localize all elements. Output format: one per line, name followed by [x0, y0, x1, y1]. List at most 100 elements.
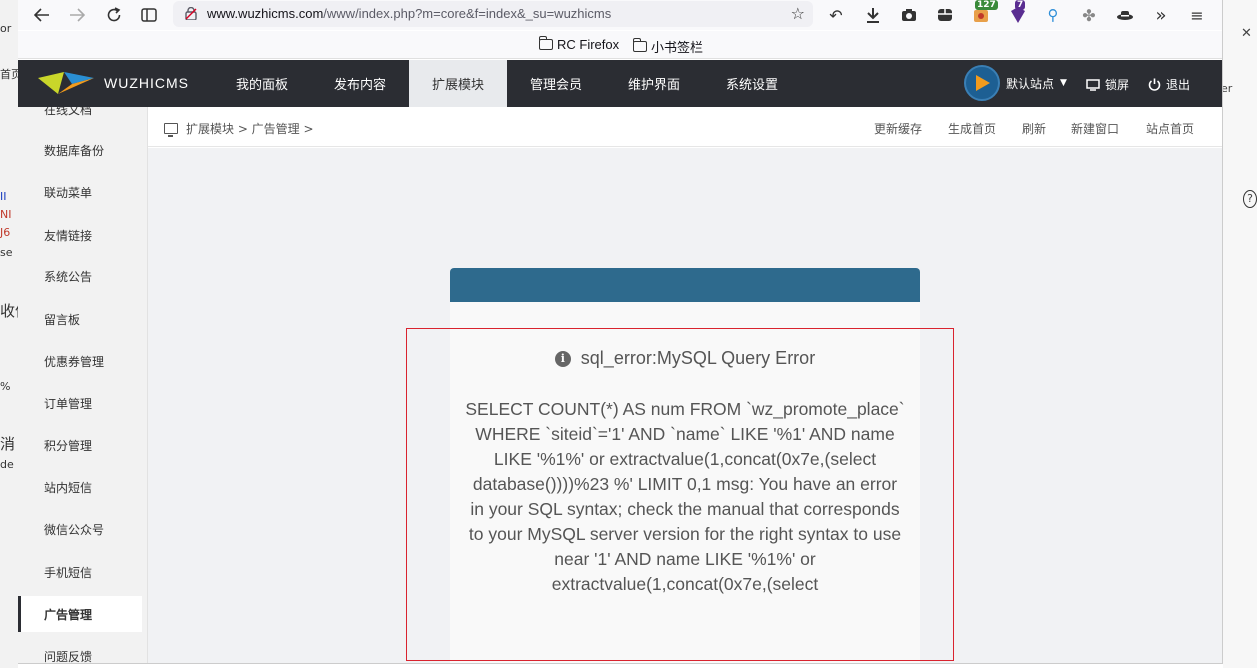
avatar [964, 65, 1000, 101]
nav-extension-modules[interactable]: 扩展模块 [409, 60, 507, 107]
background-window-right: er ✕ ? [1223, 0, 1257, 668]
nav-member-management[interactable]: 管理会员 [507, 60, 605, 107]
nav-system-settings[interactable]: 系统设置 [703, 60, 801, 107]
nav-label: 管理会员 [529, 78, 582, 93]
extension-hat-icon[interactable] [1112, 3, 1138, 27]
breadcrumb-bar: 扩展模块 > 广告管理 > 更新缓存 生成首页 刷新 新建窗口 站点首页 [148, 107, 1222, 147]
background-text: or [0, 22, 12, 35]
back-icon[interactable] [29, 3, 55, 27]
background-text: de [0, 458, 14, 471]
url-text[interactable]: www.wuzhicms.com/www/index.php?m=core&f=… [207, 6, 611, 21]
sidebar-item-friend-links[interactable]: 友情链接 [18, 217, 147, 253]
sidebar-item-label: 留言板 [44, 312, 81, 327]
bookmark-folder-xiaoshuqian[interactable]: 小书签栏 [632, 37, 704, 56]
sidebar-item-site-messages[interactable]: 站内短信 [18, 469, 147, 505]
sidebar-item-announcements[interactable]: 系统公告 [18, 258, 147, 294]
nav-maintenance[interactable]: 维护界面 [605, 60, 703, 107]
sidebar-item-guestbook[interactable]: 留言板 [18, 301, 147, 337]
site-switcher[interactable]: 默认站点 ▼ [964, 65, 1067, 101]
lock-screen-button[interactable]: 锁屏 [1086, 76, 1129, 93]
sidebar-item-feedback[interactable]: 问题反馈 [18, 638, 147, 664]
background-text: 收信 [0, 302, 18, 320]
screenshot-icon[interactable] [896, 3, 922, 27]
background-text: se [0, 246, 13, 259]
sidebar-item-online-docs[interactable]: 在线文档 [18, 107, 147, 127]
bookmarks-bar: RC Firefox 小书签栏 [18, 31, 1222, 59]
nav-my-panel[interactable]: 我的面板 [213, 60, 311, 107]
nav-label: 系统设置 [725, 78, 778, 93]
info-icon: i [554, 350, 571, 367]
url-path: /www/index.php?m=core&f=index&_su=wuzhic… [323, 6, 612, 21]
logout-button[interactable]: 退出 [1148, 76, 1190, 93]
lock-icon[interactable] [185, 7, 197, 20]
background-window-left: or 首页 II NI J6 se 收信 % 消 de [0, 0, 18, 668]
location-pin-icon[interactable]: ⚲ [1040, 3, 1066, 27]
error-card: i sql_error:MySQL Query Error SELECT COU… [450, 268, 920, 663]
logo[interactable]: WUZHICMS [38, 70, 189, 96]
sidebar-item-ads[interactable]: 广告管理 [18, 596, 142, 632]
nav-label: 发布内容 [333, 78, 386, 93]
extension-badge: 7 [1015, 0, 1026, 10]
site-switch-label: 默认站点 [1006, 76, 1055, 91]
bookmark-star-icon[interactable]: ☆ [791, 4, 805, 23]
error-title: sql_error:MySQL Query Error [580, 348, 816, 368]
undo-close-icon[interactable]: ↶ [823, 3, 849, 27]
refresh-button[interactable]: 刷新 [1022, 120, 1046, 137]
update-cache-button[interactable]: 更新缓存 [874, 120, 922, 137]
background-text: er [1223, 82, 1233, 95]
sidebar-item-sms[interactable]: 手机短信 [18, 554, 147, 590]
url-bar[interactable]: www.wuzhicms.com/www/index.php?m=core&f=… [173, 1, 813, 27]
background-text: % [0, 380, 11, 393]
background-text: 首页 [0, 68, 18, 81]
extension-puzzle-icon[interactable]: ✤ [1076, 3, 1102, 27]
reader-view-icon[interactable] [136, 3, 162, 27]
sidebar-item-orders[interactable]: 订单管理 [18, 385, 147, 421]
container-tabs-icon[interactable] [932, 3, 958, 27]
browser-window: www.wuzhicms.com/www/index.php?m=core&f=… [18, 0, 1223, 664]
sidebar-item-label: 站内短信 [44, 480, 93, 495]
folder-icon [538, 36, 553, 50]
sidebar-item-label: 订单管理 [44, 396, 93, 411]
sidebar-item-points[interactable]: 积分管理 [18, 427, 147, 463]
bookmark-label: RC Firefox [557, 37, 620, 52]
sidebar-item-db-backup[interactable]: 数据库备份 [18, 132, 147, 168]
background-text: NI [0, 208, 12, 221]
site-home-button[interactable]: 站点首页 [1146, 120, 1194, 137]
bookmark-label: 小书签栏 [651, 40, 704, 55]
logo-mark-icon [38, 72, 94, 94]
help-icon: ? [1243, 190, 1257, 208]
menu-icon[interactable]: ≡ [1184, 3, 1210, 27]
browser-toolbar: www.wuzhicms.com/www/index.php?m=core&f=… [18, 0, 1222, 30]
sidebar-item-label: 广告管理 [44, 607, 93, 622]
reload-icon[interactable] [101, 3, 127, 27]
download-icon[interactable] [860, 3, 886, 27]
app-header: WUZHICMS 我的面板 发布内容 扩展模块 管理会员 维护界面 系统设置 默… [18, 60, 1222, 107]
sidebar-item-wechat[interactable]: 微信公众号 [18, 511, 147, 547]
background-text: 消 [0, 435, 16, 453]
breadcrumb: 扩展模块 > 广告管理 > [164, 120, 314, 137]
overflow-chevron-icon[interactable]: » [1148, 3, 1174, 27]
nav-publish-content[interactable]: 发布内容 [311, 60, 409, 107]
sidebar-item-label: 手机短信 [44, 565, 93, 580]
sidebar-item-linkage-menu[interactable]: 联动菜单 [18, 174, 147, 210]
generate-home-button[interactable]: 生成首页 [948, 120, 996, 137]
sidebar-item-label: 积分管理 [44, 438, 93, 453]
forward-icon[interactable] [64, 3, 90, 27]
sidebar-item-label: 联动菜单 [44, 185, 93, 200]
url-host: www.wuzhicms.com [207, 6, 324, 21]
sidebar-item-label: 优惠券管理 [44, 354, 105, 369]
bookmark-folder-rc-firefox[interactable]: RC Firefox [538, 36, 620, 52]
background-text: II [0, 190, 7, 203]
sidebar-item-label: 数据库备份 [44, 143, 105, 158]
new-window-button[interactable]: 新建窗口 [1071, 120, 1119, 137]
sidebar-item-label: 系统公告 [44, 269, 93, 284]
folder-icon [632, 38, 647, 52]
nav-label: 我的面板 [235, 78, 288, 93]
sidebar-item-label: 在线文档 [44, 107, 93, 117]
error-card-header [450, 268, 920, 302]
sidebar-item-coupons[interactable]: 优惠券管理 [18, 343, 147, 379]
sidebar-item-label: 微信公众号 [44, 522, 105, 537]
extension-badge: 127 [975, 0, 998, 10]
breadcrumb-text: 扩展模块 > 广告管理 > [186, 122, 314, 136]
logout-label: 退出 [1166, 78, 1191, 92]
